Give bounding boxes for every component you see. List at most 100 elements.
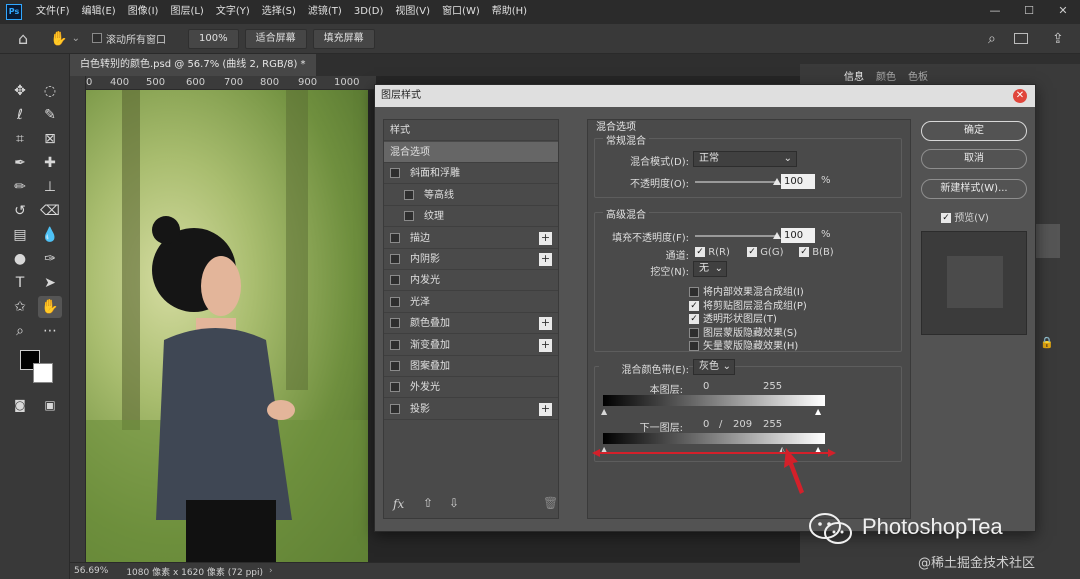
fill-opacity-slider-knob[interactable] <box>773 232 781 239</box>
brush-tool-icon[interactable]: ✏ <box>8 176 32 198</box>
underlying-gradient[interactable] <box>603 433 825 444</box>
zoom-tool-icon[interactable]: ⌕ <box>8 320 32 342</box>
menu-file[interactable]: 文件(F) <box>30 0 76 24</box>
zoom-100-button[interactable]: 100% <box>187 28 239 49</box>
history-brush-icon[interactable]: ↺ <box>8 200 32 222</box>
add-style-plus-icon[interactable]: + <box>539 231 552 245</box>
style-item[interactable]: 渐变叠加 + <box>384 335 558 356</box>
this-layer-white-handle[interactable]: ▲ <box>815 407 821 416</box>
style-item[interactable]: 混合选项 <box>384 142 558 163</box>
hand-tool-icon[interactable]: ✋ <box>50 31 67 47</box>
tab-swatches[interactable]: 色板 <box>908 68 928 83</box>
more-tools-icon[interactable]: ⋯ <box>38 320 62 342</box>
marquee-tool-icon[interactable]: ◌ <box>38 80 62 102</box>
add-style-plus-icon[interactable]: + <box>539 317 552 331</box>
menu-filter[interactable]: 滤镜(T) <box>302 0 348 24</box>
eyedropper-tool-icon[interactable]: ✒ <box>8 152 32 174</box>
blur-tool-icon[interactable]: 💧 <box>38 224 62 246</box>
style-item-checkbox[interactable] <box>390 168 400 179</box>
style-item-checkbox[interactable] <box>390 382 400 393</box>
menu-window[interactable]: 窗口(W) <box>436 0 486 24</box>
channel-g-checkbox[interactable]: ✓ G(G) <box>747 247 784 258</box>
screen-mode-icon[interactable]: ▣ <box>38 394 62 416</box>
clone-stamp-icon[interactable]: ⊥ <box>38 176 62 198</box>
fill-opacity-input[interactable]: 100 <box>781 228 815 243</box>
style-item[interactable]: 等高线 <box>384 185 558 206</box>
opacity-input[interactable]: 100 <box>781 174 815 189</box>
shape-tool-icon[interactable]: ✩ <box>8 296 32 318</box>
style-item-checkbox[interactable] <box>390 296 400 307</box>
fx-button[interactable]: fx <box>393 497 404 511</box>
this-layer-gradient[interactable] <box>603 395 825 406</box>
pen-tool-icon[interactable]: ✑ <box>38 248 62 270</box>
hand-tool-icon[interactable]: ✋ <box>38 296 62 318</box>
fit-screen-button[interactable]: 适合屏幕 <box>244 28 307 49</box>
type-tool-icon[interactable]: T <box>8 272 32 294</box>
dodge-tool-icon[interactable]: ● <box>8 248 32 270</box>
add-style-plus-icon[interactable]: + <box>539 253 552 266</box>
style-item[interactable]: 投影 + <box>384 399 558 420</box>
menu-view[interactable]: 视图(V) <box>389 0 436 24</box>
style-item-checkbox[interactable] <box>390 275 400 286</box>
tab-color[interactable]: 颜色 <box>876 68 896 83</box>
menu-help[interactable]: 帮助(H) <box>486 0 533 24</box>
style-item-checkbox[interactable] <box>390 339 400 350</box>
close-button[interactable]: ✕ <box>1046 0 1080 24</box>
tab-info[interactable]: 信息 <box>844 68 864 83</box>
scroll-all-checkbox[interactable] <box>91 33 102 44</box>
menu-select[interactable]: 选择(S) <box>256 0 302 24</box>
layer-thumbnail[interactable] <box>1036 224 1060 258</box>
ok-button[interactable]: 确定 <box>921 121 1027 141</box>
preview-checkbox[interactable]: ✓ 预览(V) <box>941 209 989 224</box>
style-item-checkbox[interactable] <box>390 318 400 329</box>
fill-screen-button[interactable]: 填充屏幕 <box>312 28 375 49</box>
chevron-down-icon[interactable]: ⌄ <box>72 33 80 44</box>
healing-brush-icon[interactable]: ✚ <box>38 152 62 174</box>
add-style-plus-icon[interactable]: + <box>539 402 552 416</box>
fill-opacity-slider[interactable] <box>695 235 777 237</box>
style-item[interactable]: 光泽 <box>384 292 558 313</box>
gradient-tool-icon[interactable]: ▤ <box>8 224 32 246</box>
menu-edit[interactable]: 编辑(E) <box>76 0 122 24</box>
quick-mask-icon[interactable]: ◙ <box>8 394 32 416</box>
opacity-slider[interactable] <box>695 181 777 183</box>
search-icon[interactable]: ⌕ <box>988 31 996 47</box>
close-icon[interactable]: ✕ <box>1013 89 1027 103</box>
canvas-photo[interactable] <box>86 90 368 562</box>
style-item-checkbox[interactable] <box>404 189 414 200</box>
crop-tool-icon[interactable]: ⌗ <box>8 128 32 150</box>
style-item[interactable]: 外发光 <box>384 377 558 399</box>
eraser-tool-icon[interactable]: ⌫ <box>38 200 62 222</box>
chevron-right-icon[interactable]: › <box>269 566 273 576</box>
background-color-swatch[interactable] <box>33 363 53 383</box>
delete-icon[interactable]: 🗑 <box>543 496 558 510</box>
channel-r-checkbox[interactable]: ✓ R(R) <box>695 247 730 258</box>
knockout-select[interactable]: 无 ⌄ <box>693 261 727 277</box>
workspace-icon[interactable] <box>1014 33 1028 44</box>
menu-layer[interactable]: 图层(L) <box>164 0 209 24</box>
channel-b-checkbox[interactable]: ✓ B(B) <box>799 247 834 258</box>
style-item-checkbox[interactable] <box>390 232 400 243</box>
maximize-button[interactable]: ☐ <box>1012 0 1046 24</box>
lasso-tool-icon[interactable]: ℓ <box>8 104 32 126</box>
document-tab[interactable]: 白色转别的颜色.psd @ 56.7% (曲线 2, RGB/8) * <box>70 54 316 76</box>
status-zoom[interactable]: 56.69% <box>74 566 108 576</box>
home-icon[interactable]: ⌂ <box>18 29 28 48</box>
style-item-checkbox[interactable] <box>390 403 400 414</box>
quick-select-tool-icon[interactable]: ✎ <box>38 104 62 126</box>
styles-header[interactable]: 样式 <box>384 120 558 141</box>
style-item[interactable]: 内阴影 + <box>384 249 558 270</box>
style-item-checkbox[interactable] <box>404 211 414 222</box>
add-style-plus-icon[interactable]: + <box>539 338 552 352</box>
style-item[interactable]: 图案叠加 <box>384 356 558 377</box>
blend-option-checkbox[interactable]: 矢量蒙版隐藏效果(H) <box>689 337 798 352</box>
style-item[interactable]: 描边 + <box>384 228 558 249</box>
style-item[interactable]: 斜面和浮雕 <box>384 163 558 185</box>
share-icon[interactable]: ⇪ <box>1052 31 1064 47</box>
menu-type[interactable]: 文字(Y) <box>210 0 256 24</box>
style-item-checkbox[interactable] <box>390 361 400 371</box>
style-item[interactable]: 纹理 <box>384 206 558 228</box>
minimize-button[interactable]: — <box>978 0 1012 24</box>
style-item[interactable]: 颜色叠加 + <box>384 313 558 335</box>
style-item[interactable]: 内发光 <box>384 270 558 292</box>
